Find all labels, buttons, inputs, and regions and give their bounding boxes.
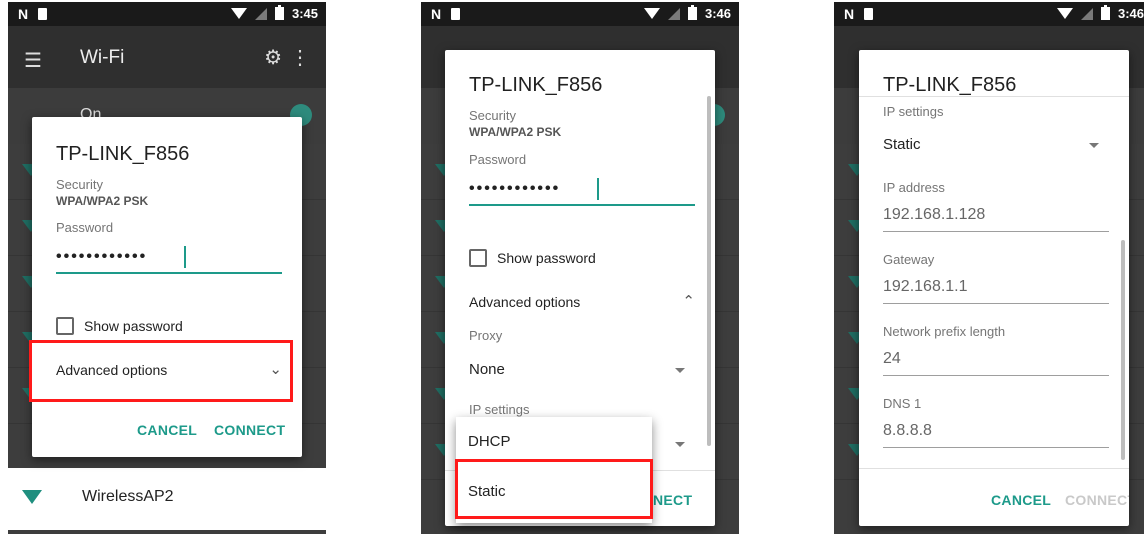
cancel-button[interactable]: CANCEL: [137, 422, 197, 438]
scrollbar[interactable]: [1121, 240, 1125, 460]
show-password-label: Show password: [84, 318, 183, 334]
proxy-label: Proxy: [469, 328, 503, 343]
dropdown-arrow-icon: [675, 442, 685, 447]
wifi-status-icon: [230, 8, 247, 19]
connect-button-disabled[interactable]: CONNECT: [1065, 492, 1129, 508]
notification-icon: [864, 8, 874, 20]
chevron-up-icon: ⌃: [682, 293, 695, 310]
phone-screen-1: N 3:45 ☰ Wi-Fi ⚙ ⋮ On WirelessAP2 TP-LIN…: [8, 2, 326, 534]
dialog-divider: [859, 468, 1129, 469]
scrollbar[interactable]: [707, 96, 711, 446]
nfc-icon: N: [18, 6, 29, 22]
title-divider: [859, 96, 1129, 97]
nfc-icon: N: [844, 6, 855, 22]
ip-address-field[interactable]: 192.168.1.128: [883, 202, 1109, 232]
password-value: ••••••••••••: [469, 180, 561, 197]
network-name: WirelessAP2: [82, 488, 174, 505]
ip-settings-label: IP settings: [469, 402, 530, 417]
ip-settings-select[interactable]: Static: [883, 136, 1109, 153]
wifi-icon: [22, 490, 42, 504]
text-cursor: [597, 178, 599, 200]
advanced-options-toggle[interactable]: Advanced options ⌃: [469, 293, 695, 310]
notification-icon: [451, 8, 461, 20]
highlight-static-option: [455, 459, 653, 519]
battery-icon: [687, 5, 697, 20]
status-time: 3:45: [291, 6, 318, 21]
checkbox-icon[interactable]: [469, 249, 487, 267]
wifi-connect-dialog: TP-LINK_F856 IP settings Static IP addre…: [859, 50, 1129, 526]
security-value: WPA/WPA2 PSK: [56, 194, 149, 208]
wifi-connect-dialog: TP-LINK_F856 Security WPA/WPA2 PSK Passw…: [32, 117, 302, 457]
wifi-status-icon: [1056, 8, 1073, 19]
status-time: 3:46: [1117, 6, 1144, 21]
signal-icon: [667, 7, 680, 20]
more-icon[interactable]: ⋮: [290, 45, 310, 70]
app-bar: ☰ Wi-Fi ⚙ ⋮: [8, 26, 326, 88]
text-cursor: [184, 246, 186, 268]
show-password-label: Show password: [497, 250, 596, 266]
highlight-advanced-options: [29, 340, 293, 402]
dialog-title: TP-LINK_F856: [883, 74, 1017, 96]
security-label: Security: [56, 177, 103, 192]
status-time: 3:46: [704, 6, 731, 21]
signal-icon: [254, 7, 267, 20]
nfc-icon: N: [431, 6, 442, 22]
password-value: ••••••••••••: [56, 248, 148, 265]
dns1-field[interactable]: 8.8.8.8: [883, 418, 1109, 448]
password-label: Password: [469, 152, 527, 167]
signal-icon: [1080, 7, 1093, 20]
proxy-select[interactable]: None: [469, 361, 695, 378]
password-field[interactable]: ••••••••••••: [56, 244, 282, 274]
dropdown-arrow-icon: [675, 368, 685, 373]
battery-icon: [1100, 5, 1110, 20]
security-value: WPA/WPA2 PSK: [469, 125, 562, 139]
prefix-length-field[interactable]: 24: [883, 346, 1109, 376]
connect-button[interactable]: CONNECT: [214, 422, 285, 438]
dialog-title: TP-LINK_F856: [469, 74, 603, 96]
battery-icon: [274, 5, 284, 20]
connect-button-partial[interactable]: NECT: [653, 492, 692, 508]
gateway-field[interactable]: 192.168.1.1: [883, 274, 1109, 304]
ip-address-label: IP address: [883, 180, 945, 195]
dns1-label: DNS 1: [883, 396, 922, 411]
dropdown-option-dhcp[interactable]: DHCP: [468, 433, 511, 450]
status-bar: N 3:46: [834, 2, 1144, 26]
network-item-wirelessap2[interactable]: WirelessAP2: [8, 468, 326, 530]
gateway-label: Gateway: [883, 252, 935, 267]
security-label: Security: [469, 108, 516, 123]
checkbox-icon[interactable]: [56, 317, 74, 335]
status-bar: N 3:45: [8, 2, 326, 26]
ip-settings-value: Static: [883, 136, 921, 153]
gear-icon[interactable]: ⚙: [264, 45, 282, 70]
show-password-checkbox[interactable]: Show password: [56, 317, 183, 335]
menu-icon[interactable]: ☰: [24, 48, 42, 73]
status-bar: N 3:46: [421, 2, 739, 26]
notification-icon: [38, 8, 48, 20]
show-password-checkbox[interactable]: Show password: [469, 249, 596, 267]
app-title: Wi-Fi: [80, 47, 125, 68]
wifi-status-icon: [643, 8, 660, 19]
cancel-button[interactable]: CANCEL: [991, 492, 1051, 508]
dialog-title: TP-LINK_F856: [56, 143, 190, 165]
phone-screen-2: N 3:46 TP-LINK_F856 Security WPA/WPA2 PS…: [421, 2, 739, 534]
dropdown-arrow-icon: [1089, 143, 1099, 148]
password-field[interactable]: ••••••••••••: [469, 176, 695, 206]
advanced-options-label: Advanced options: [469, 294, 581, 310]
proxy-value: None: [469, 361, 505, 378]
ip-settings-label: IP settings: [883, 104, 944, 119]
password-label: Password: [56, 220, 114, 235]
phone-screen-3: N 3:46 TP-LINK_F856 IP settings Static I…: [834, 2, 1144, 534]
prefix-length-label: Network prefix length: [883, 324, 1006, 339]
